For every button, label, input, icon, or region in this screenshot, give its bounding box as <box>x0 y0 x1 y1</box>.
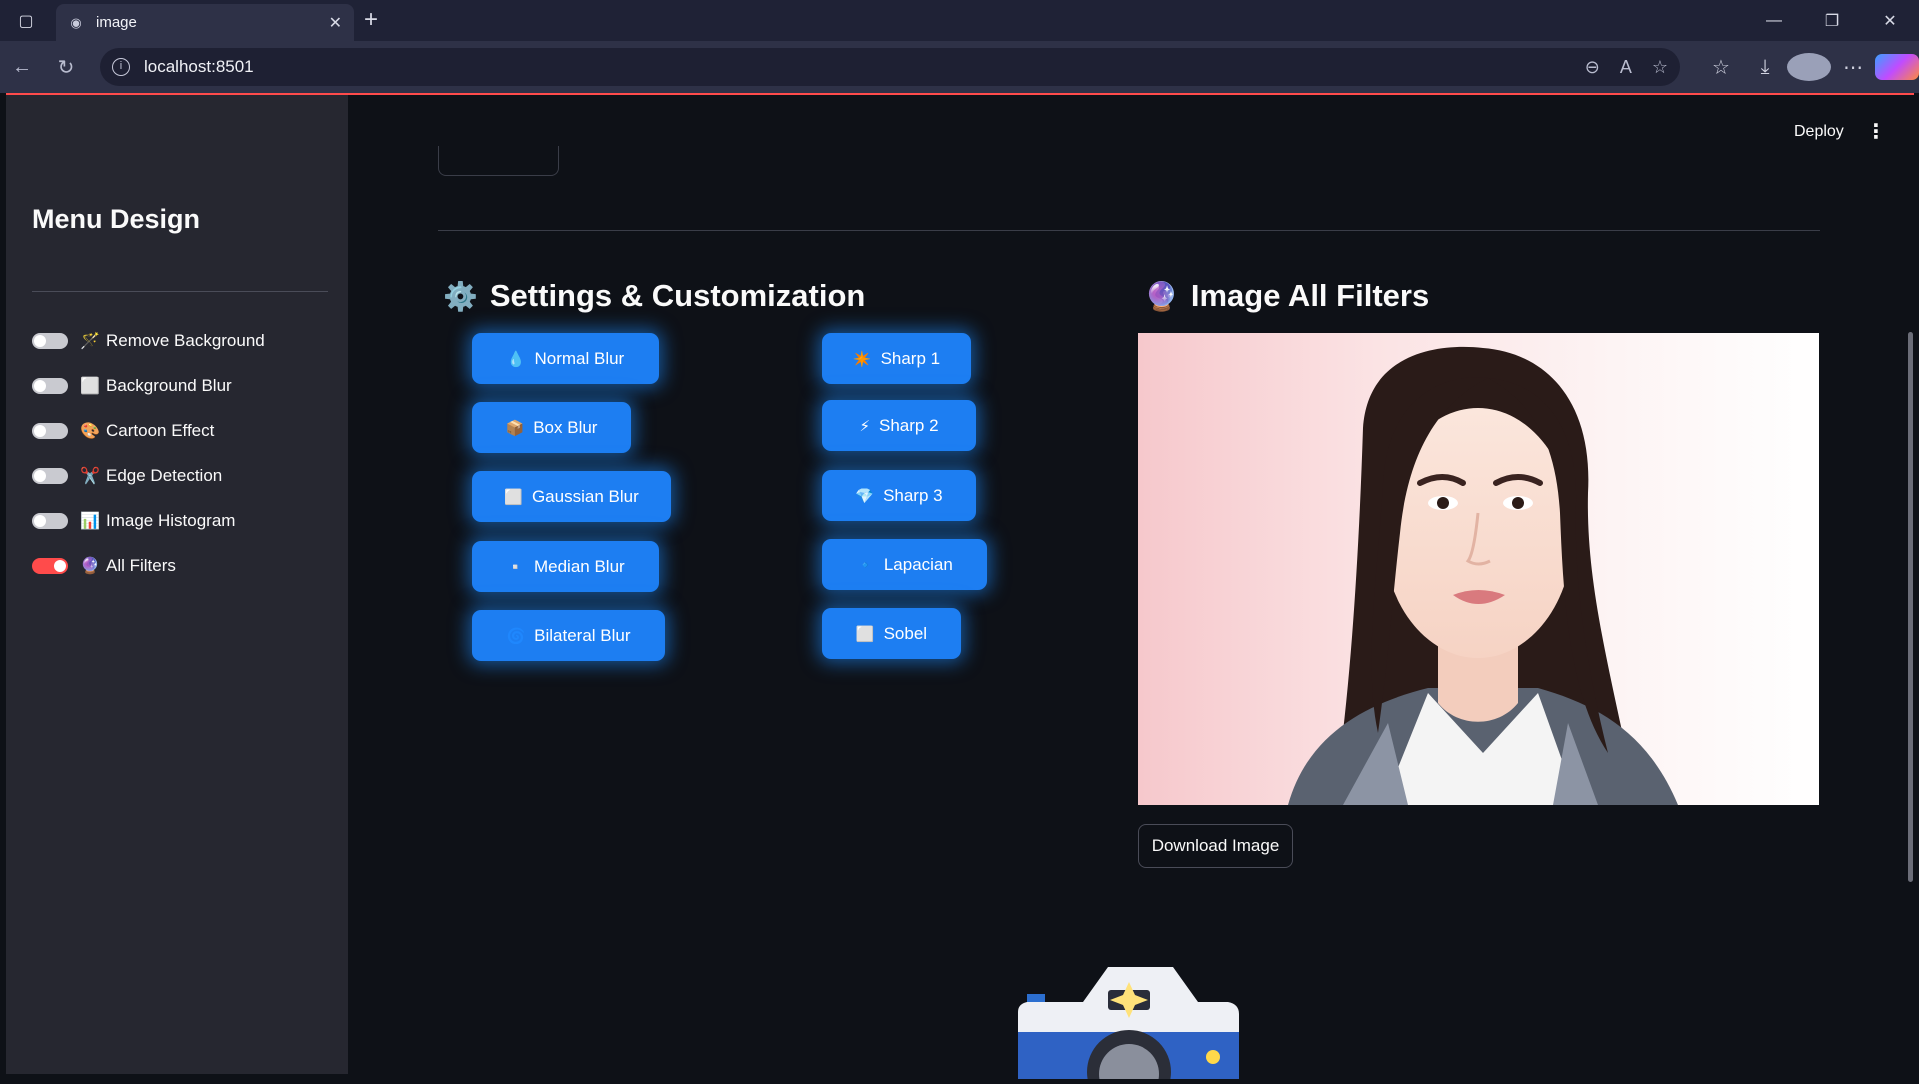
button-label: Sharp 1 <box>880 348 941 368</box>
sidebar: Menu Design 🪄 Remove Background ⬜ Backgr… <box>6 95 348 1074</box>
button-label: Box Blur <box>533 417 598 437</box>
button-label: Lapacian <box>883 554 953 574</box>
box-blur-button[interactable]: 📦 Box Blur <box>472 402 631 453</box>
sidebar-title: Menu Design <box>32 204 201 234</box>
settings-heading: ⚙️ Settings & Customization <box>443 278 865 314</box>
toggle-label: Edge Detection <box>106 466 223 485</box>
toggle-switch[interactable] <box>32 423 68 439</box>
restore-icon[interactable]: ❐ <box>1803 0 1861 41</box>
bar-chart-icon: 📊 <box>80 513 100 530</box>
toggle-image-histogram[interactable]: 📊 Image Histogram <box>32 509 235 533</box>
toggle-edge-detection[interactable]: ✂️ Edge Detection <box>32 464 222 488</box>
sidebar-toggle-icon[interactable]: ▢ <box>0 0 52 41</box>
normal-blur-button[interactable]: 💧 Normal Blur <box>472 333 659 384</box>
toggle-switch[interactable] <box>32 333 68 349</box>
more-icon[interactable]: ⋯ <box>1831 55 1875 80</box>
url-text: localhost:8501 <box>144 57 254 76</box>
toggle-label: Remove Background <box>106 331 265 350</box>
toggle-switch[interactable] <box>32 378 68 394</box>
bilateral-blur-button[interactable]: 🌀 Bilateral Blur <box>472 610 665 661</box>
sharp-1-button[interactable]: ✴️ Sharp 1 <box>822 333 971 384</box>
profile-avatar[interactable] <box>1787 53 1831 81</box>
button-label: Sharp 3 <box>883 485 943 505</box>
camera-icon <box>1018 967 1239 1084</box>
package-icon: 📦 <box>505 419 525 437</box>
toggle-cartoon-effect[interactable]: 🎨 Cartoon Effect <box>32 419 214 443</box>
read-aloud-icon[interactable]: A <box>1620 57 1632 78</box>
button-label: Bilateral Blur <box>534 625 631 645</box>
downloads-icon[interactable]: ⤓ <box>1743 56 1787 79</box>
button-label: Gaussian Blur <box>531 486 639 506</box>
minimize-icon[interactable]: — <box>1745 0 1803 41</box>
sharp-3-button[interactable]: 💎 Sharp 3 <box>822 470 976 521</box>
tab-title: image <box>96 14 137 31</box>
filters-title: Image All Filters <box>1190 278 1430 313</box>
portrait-illustration <box>1288 346 1678 805</box>
droplet-icon: 💧 <box>506 350 526 368</box>
download-image-button[interactable]: Download Image <box>1138 824 1293 868</box>
toggle-switch[interactable] <box>32 558 68 574</box>
toggle-label: Background Blur <box>106 376 232 395</box>
deploy-button[interactable]: Deploy <box>1794 123 1844 141</box>
gear-icon: ⚙️ <box>443 280 478 312</box>
favorites-icon[interactable]: ☆ <box>1699 55 1743 80</box>
toggle-label: All Filters <box>106 556 176 575</box>
lapacian-button[interactable]: 🔹 Lapacian <box>822 539 987 590</box>
crystal-ball-icon: 🔮 <box>1144 280 1179 312</box>
toggle-all-filters[interactable]: 🔮 All Filters <box>32 554 176 578</box>
back-icon[interactable]: ← <box>0 47 44 87</box>
sidebar-divider <box>32 291 328 292</box>
toggle-remove-background[interactable]: 🪄 Remove Background <box>32 329 265 353</box>
toggle-label: Cartoon Effect <box>106 421 215 440</box>
white-square-icon: ⬜ <box>855 625 875 643</box>
favorite-star-icon[interactable]: ☆ <box>1652 57 1668 78</box>
button-label: Normal Blur <box>534 348 625 368</box>
scissors-icon: ✂️ <box>80 468 100 485</box>
lightning-icon: ⚡ <box>859 417 870 435</box>
page-scrollbar[interactable] <box>1908 332 1913 882</box>
button-label: Sharp 2 <box>879 415 939 435</box>
settings-title: Settings & Customization <box>489 278 866 313</box>
address-bar: ← ↻ i localhost:8501 ⊖ A ☆ ☆ ⤓ ⋯ <box>0 41 1919 93</box>
filters-heading: 🔮 Image All Filters <box>1144 278 1429 314</box>
white-square-icon: ⬜ <box>80 378 100 395</box>
window-close-icon[interactable]: ✕ <box>1861 0 1919 41</box>
url-field[interactable]: i localhost:8501 ⊖ A ☆ <box>100 48 1680 86</box>
sharp-2-button[interactable]: ⚡ Sharp 2 <box>822 400 976 451</box>
median-blur-button[interactable]: ▫️ Median Blur <box>472 541 659 592</box>
reload-icon[interactable]: ↻ <box>44 47 88 87</box>
browser-tab[interactable]: ◉ image ✕ <box>56 4 354 41</box>
toggle-background-blur[interactable]: ⬜ Background Blur <box>32 374 232 398</box>
palette-icon: 🎨 <box>80 423 100 440</box>
copilot-icon[interactable] <box>1875 54 1919 80</box>
button-label: Median Blur <box>533 556 625 576</box>
toggle-switch[interactable] <box>32 513 68 529</box>
partial-button[interactable] <box>438 146 559 176</box>
diamond-icon: 🔹 <box>856 556 875 574</box>
camera-illustration <box>1013 962 1243 1084</box>
gaussian-blur-button[interactable]: ⬜ Gaussian Blur <box>472 471 671 522</box>
new-tab-button[interactable]: + <box>364 6 378 34</box>
section-divider <box>438 230 1820 231</box>
sobel-button[interactable]: ⬜ Sobel <box>822 608 961 659</box>
camera-icon: ◉ <box>70 14 82 30</box>
star-burst-icon: ✴️ <box>852 350 872 368</box>
zoom-icon[interactable]: ⊖ <box>1585 57 1600 78</box>
site-info-icon[interactable]: i <box>112 58 130 76</box>
cyclone-icon: 🌀 <box>506 627 526 645</box>
toggle-label: Image Histogram <box>106 511 236 530</box>
filtered-image <box>1138 333 1819 805</box>
white-square-icon: ⬜ <box>504 488 523 506</box>
gem-icon: 💎 <box>855 487 875 505</box>
crystal-ball-icon: 🔮 <box>80 558 100 575</box>
more-vertical-icon[interactable]: ⋮ <box>1866 119 1886 144</box>
magic-wand-icon: 🪄 <box>80 333 100 350</box>
toggle-switch[interactable] <box>32 468 68 484</box>
button-label: Sobel <box>883 623 928 643</box>
browser-tab-bar: ▢ ◉ image ✕ + — ❐ ✕ <box>0 0 1919 41</box>
small-square-icon: ▫️ <box>506 558 525 576</box>
close-tab-icon[interactable]: ✕ <box>329 13 342 33</box>
